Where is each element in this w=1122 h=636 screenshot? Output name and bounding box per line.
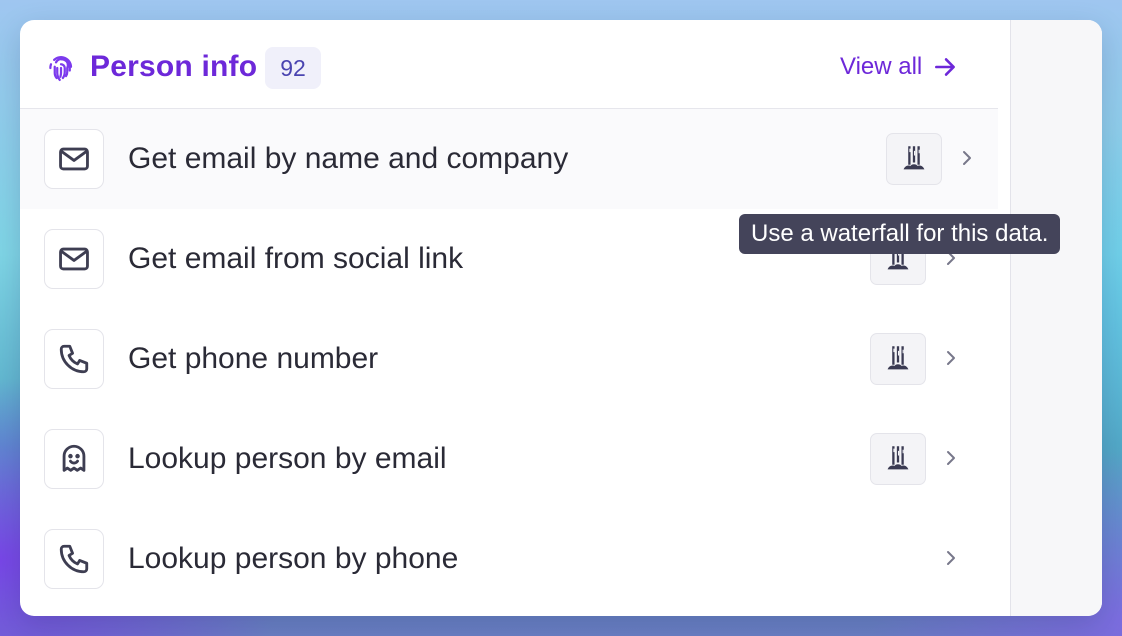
list-item[interactable]: Lookup person by phone [20,509,998,609]
mail-icon [44,129,104,189]
side-panel [1010,20,1102,616]
mail-icon [44,229,104,289]
chevron-right-icon [947,551,955,565]
waterfall-button[interactable] [870,333,926,385]
count-badge: 92 [265,47,321,89]
waterfall-icon [887,446,909,470]
list-item[interactable]: Get email by name and company [20,109,998,209]
fingerprint-icon [49,56,73,81]
arrow-right-icon [935,58,956,76]
list-item-label: Get phone number [128,342,379,375]
view-all-label: View all [840,53,923,80]
action-list: Get email by name and company Get email … [20,109,998,609]
list-item-label: Lookup person by phone [128,542,459,575]
waterfall-button[interactable] [870,433,926,485]
section-title: Person info [90,50,258,83]
chevron-right-icon [963,151,971,165]
list-item-label: Get email by name and company [128,142,569,175]
list-item-label: Lookup person by email [128,442,447,475]
person-info-card: Person info 92 View all Get email by nam… [20,20,1102,616]
list-item[interactable]: Lookup person by email [20,409,998,509]
chevron-right-icon [947,451,955,465]
phone-icon [44,529,104,589]
chevron-right-icon [947,351,955,365]
waterfall-button[interactable] [886,133,942,185]
card-header: Person info 92 View all [20,20,998,109]
ghost-icon [44,429,104,489]
waterfall-tooltip: Use a waterfall for this data. [739,214,1061,254]
list-item[interactable]: Get phone number [20,309,998,409]
waterfall-icon [903,146,925,170]
list-item-label: Get email from social link [128,242,464,275]
view-all-link[interactable]: View all [840,53,958,81]
waterfall-icon [887,346,909,370]
phone-icon [44,329,104,389]
